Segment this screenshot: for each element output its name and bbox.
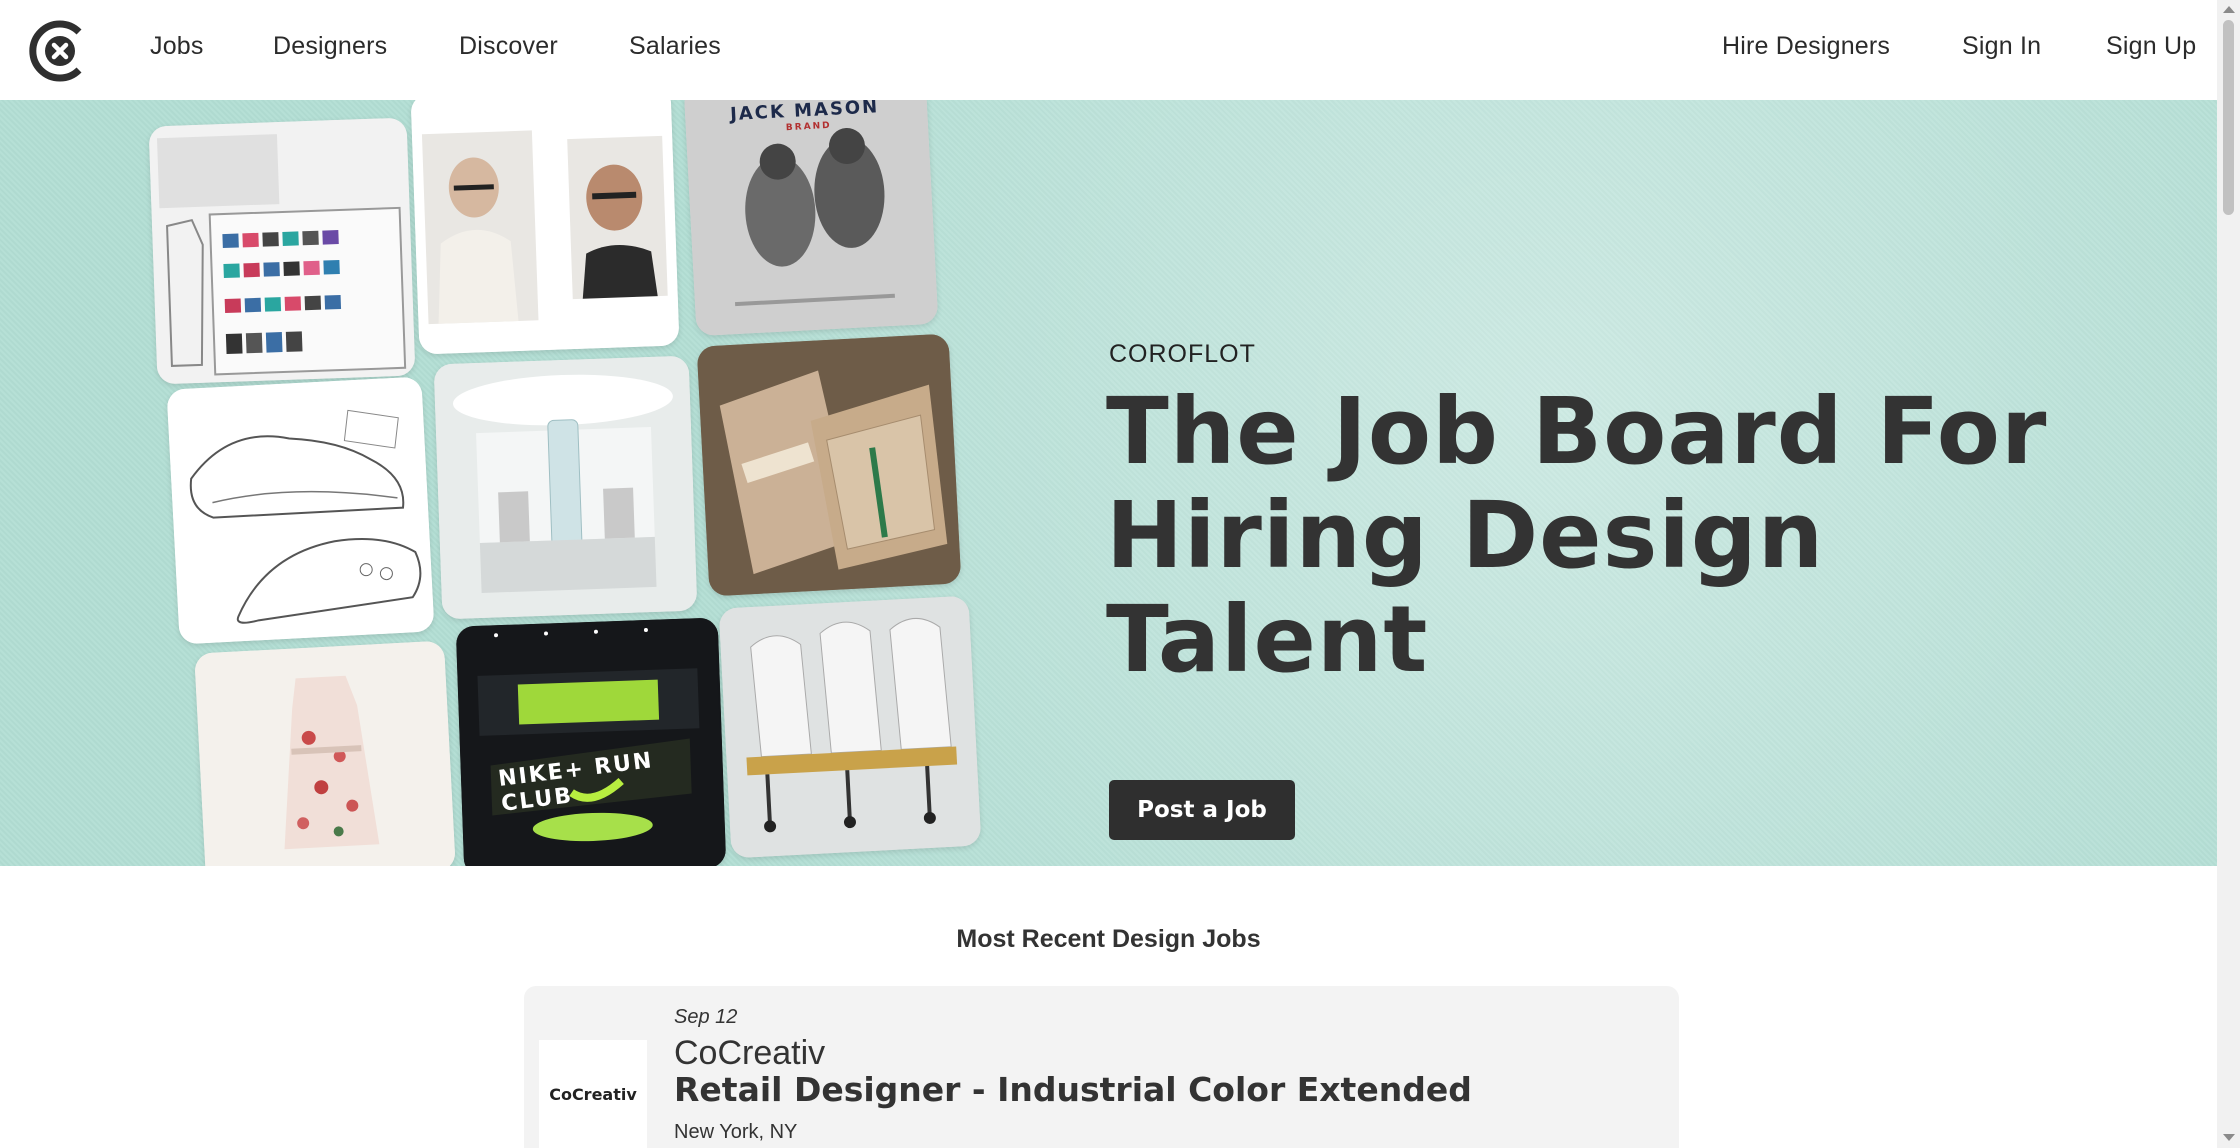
recent-jobs-heading: Most Recent Design Jobs	[956, 925, 1261, 953]
nav-jobs-link[interactable]: Jobs	[150, 32, 204, 61]
post-a-job-button[interactable]: Post a Job	[1109, 780, 1295, 840]
job-company[interactable]: CoCreativ	[674, 1034, 825, 1073]
job-location: New York, NY	[674, 1121, 798, 1143]
top-navigation: Jobs Designers Discover Salaries Hire De…	[0, 0, 2217, 100]
job-title[interactable]: Retail Designer - Industrial Color Exten…	[674, 1070, 1472, 1109]
hero-banner: NIKE+ RUN CLUB JACK MASON BRAND COROFLOT…	[0, 100, 2217, 866]
nike-run-club-image: NIKE+ RUN CLUB	[455, 617, 727, 866]
jack-mason-vintage-image: JACK MASON BRAND	[683, 100, 939, 337]
coroflot-logo-icon[interactable]	[29, 18, 91, 84]
scroll-down-arrow-icon[interactable]	[2223, 1134, 2235, 1141]
nav-discover-link[interactable]: Discover	[459, 32, 558, 61]
job-card[interactable]: CoCreativ Sep 12 CoCreativ Retail Design…	[524, 986, 1679, 1148]
packaging-box-image	[696, 333, 962, 597]
company-logo: CoCreativ	[539, 1040, 647, 1148]
scroll-up-arrow-icon[interactable]	[2223, 6, 2235, 13]
scrollbar-thumb[interactable]	[2223, 20, 2234, 215]
job-date: Sep 12	[674, 1006, 738, 1028]
apparel-techpack-image	[148, 117, 416, 385]
nav-sign-up-link[interactable]: Sign Up	[2106, 32, 2196, 61]
nav-designers-link[interactable]: Designers	[273, 32, 387, 61]
eyewear-models-image	[410, 100, 680, 355]
hero-kicker: COROFLOT	[1109, 340, 1256, 368]
nav-salaries-link[interactable]: Salaries	[629, 32, 721, 61]
office-chairs-image	[718, 595, 982, 859]
sneaker-sketch-image	[166, 376, 435, 645]
floral-coat-image	[194, 640, 456, 866]
nav-sign-in-link[interactable]: Sign In	[1962, 32, 2041, 61]
cosmetics-display-image	[433, 355, 698, 620]
page: Jobs Designers Discover Salaries Hire De…	[0, 0, 2217, 1148]
page-scrollbar[interactable]	[2217, 0, 2240, 1148]
nav-hire-designers-link[interactable]: Hire Designers	[1722, 32, 1890, 61]
hero-title: The Job Board For Hiring Design Talent	[1106, 378, 2048, 693]
